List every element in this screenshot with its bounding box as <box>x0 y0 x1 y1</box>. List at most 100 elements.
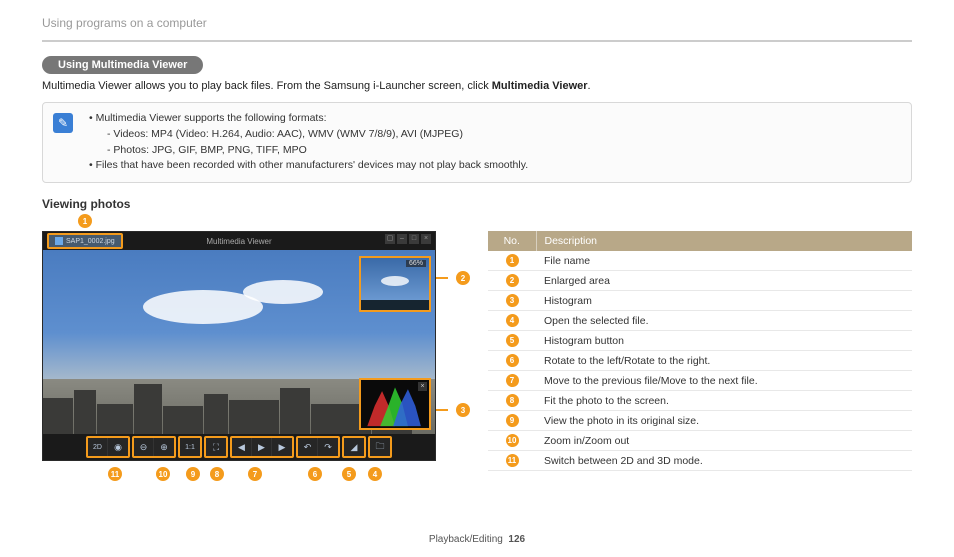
histogram-panel[interactable]: × <box>359 378 431 430</box>
rotate-right-button[interactable]: ↷ <box>318 438 338 456</box>
callout-8: 8 <box>210 467 224 481</box>
desc-cell: Histogram <box>536 291 912 311</box>
intro-text: Multimedia Viewer allows you to play bac… <box>42 80 912 92</box>
open-file-button[interactable]: 🗀 <box>370 438 390 456</box>
note-icon: ✎ <box>53 113 73 133</box>
number-badge: 11 <box>506 454 519 467</box>
desc-cell: Histogram button <box>536 331 912 351</box>
desc-cell: Open the selected file. <box>536 311 912 331</box>
intro-bold: Multimedia Viewer <box>492 80 588 92</box>
size11-group: 1:1 <box>178 436 202 458</box>
file-tab[interactable]: SAP1_0002.jpg <box>47 233 123 249</box>
zoom-label: 66% <box>406 260 426 267</box>
toolbar: 2D ◉ ⊖ ⊕ 1:1 ⛶ ◀ ▶ ▶ <box>43 434 435 460</box>
enlarged-area-panel[interactable]: 66% <box>359 256 431 312</box>
number-badge: 10 <box>506 434 519 447</box>
callout-1: 1 <box>78 214 92 228</box>
note-sub: Videos: MP4 (Video: H.264, Audio: AAC), … <box>107 127 901 143</box>
table-row: 2Enlarged area <box>488 271 912 291</box>
callout-7: 7 <box>248 467 262 481</box>
fit-screen-button[interactable]: ⛶ <box>206 438 226 456</box>
histogram-btn-group: ◢ <box>342 436 366 458</box>
next-file-button[interactable]: ▶ <box>272 438 292 456</box>
rotate-left-button[interactable]: ↶ <box>298 438 318 456</box>
note-bullet: Files that have been recorded with other… <box>89 158 901 174</box>
callout-5: 5 <box>342 467 356 481</box>
number-badge: 2 <box>506 274 519 287</box>
open-group: 🗀 <box>368 436 392 458</box>
callout-9: 9 <box>186 467 200 481</box>
table-header-desc: Description <box>536 231 912 251</box>
mode-group: 2D ◉ <box>86 436 130 458</box>
number-badge: 3 <box>506 294 519 307</box>
zoom-in-button[interactable]: ⊕ <box>154 438 174 456</box>
screenshot-column: 1 2 3 SAP1_0002.jpg Multimedia Viewer ▢ … <box>42 217 460 471</box>
number-badge: 4 <box>506 314 519 327</box>
number-badge: 6 <box>506 354 519 367</box>
callout-6: 6 <box>308 467 322 481</box>
callout-4: 4 <box>368 467 382 481</box>
footer-page: 126 <box>508 534 525 545</box>
page-header: Using programs on a computer <box>0 0 954 38</box>
zoom-group: ⊖ ⊕ <box>132 436 176 458</box>
close-button[interactable]: × <box>421 234 431 244</box>
callout-3: 3 <box>456 403 470 417</box>
titlebar: SAP1_0002.jpg Multimedia Viewer ▢ – □ × <box>43 232 435 250</box>
desc-cell: View the photo in its original size. <box>536 411 912 431</box>
number-badge: 1 <box>506 254 519 267</box>
table-row: 7Move to the previous file/Move to the n… <box>488 371 912 391</box>
play-button[interactable]: ▶ <box>252 438 272 456</box>
rotate-group: ↶ ↷ <box>296 436 340 458</box>
intro-prefix: Multimedia Viewer allows you to play bac… <box>42 80 492 92</box>
callout-10: 10 <box>156 467 170 481</box>
callout-11: 11 <box>108 467 122 481</box>
callout-2: 2 <box>456 271 470 285</box>
desc-cell: File name <box>536 251 912 271</box>
desc-cell: Zoom in/Zoom out <box>536 431 912 451</box>
original-size-button[interactable]: 1:1 <box>180 438 200 456</box>
file-icon <box>55 237 63 245</box>
minimize-button[interactable]: ▢ <box>385 234 395 244</box>
number-badge: 9 <box>506 414 519 427</box>
section-pill: Using Multimedia Viewer <box>42 56 203 74</box>
window-title: Multimedia Viewer <box>206 237 271 246</box>
intro-suffix: . <box>588 80 591 92</box>
note-bullet: Multimedia Viewer supports the following… <box>89 111 901 127</box>
note-box: ✎ Multimedia Viewer supports the followi… <box>42 102 912 183</box>
divider <box>42 40 912 42</box>
table-row: 6 Rotate to the left/Rotate to the right. <box>488 351 912 371</box>
desc-cell: Rotate to the left/Rotate to the right. <box>536 351 912 371</box>
mode-3d-button[interactable]: ◉ <box>108 438 128 456</box>
table-row: 8 Fit the photo to the screen. <box>488 391 912 411</box>
table-header-no: No. <box>488 231 536 251</box>
table-row: 4 Open the selected file. <box>488 311 912 331</box>
page-footer: Playback/Editing 126 <box>0 534 954 545</box>
number-badge: 8 <box>506 394 519 407</box>
close-icon[interactable]: × <box>418 382 427 391</box>
description-column: No. Description 1 File name2Enlarged area… <box>488 217 912 471</box>
filename-label: SAP1_0002.jpg <box>66 238 115 245</box>
description-table: No. Description 1 File name2Enlarged area… <box>488 231 912 471</box>
table-row: 3 Histogram <box>488 291 912 311</box>
minimize2-button[interactable]: – <box>397 234 407 244</box>
number-badge: 5 <box>506 334 519 347</box>
desc-cell: Move to the previous file/Move to the ne… <box>536 371 912 391</box>
histogram-button[interactable]: ◢ <box>344 438 364 456</box>
table-row: 9 View the photo in its original size. <box>488 411 912 431</box>
desc-cell: Fit the photo to the screen. <box>536 391 912 411</box>
table-row: 5 Histogram button <box>488 331 912 351</box>
footer-section: Playback/Editing <box>429 534 503 545</box>
fit-group: ⛶ <box>204 436 228 458</box>
desc-cell: Switch between 2D and 3D mode. <box>536 451 912 471</box>
table-row: 1 File name <box>488 251 912 271</box>
cloud-decoration <box>243 280 323 304</box>
maximize-button[interactable]: □ <box>409 234 419 244</box>
table-row: 10 Zoom in/Zoom out <box>488 431 912 451</box>
nav-group: ◀ ▶ ▶ <box>230 436 294 458</box>
prev-file-button[interactable]: ◀ <box>232 438 252 456</box>
multimedia-viewer-window: SAP1_0002.jpg Multimedia Viewer ▢ – □ × … <box>42 231 436 461</box>
mode-2d-button[interactable]: 2D <box>88 438 108 456</box>
subheading: Viewing photos <box>42 197 912 211</box>
zoom-out-button[interactable]: ⊖ <box>134 438 154 456</box>
note-sub: Photos: JPG, GIF, BMP, PNG, TIFF, MPO <box>107 143 901 159</box>
